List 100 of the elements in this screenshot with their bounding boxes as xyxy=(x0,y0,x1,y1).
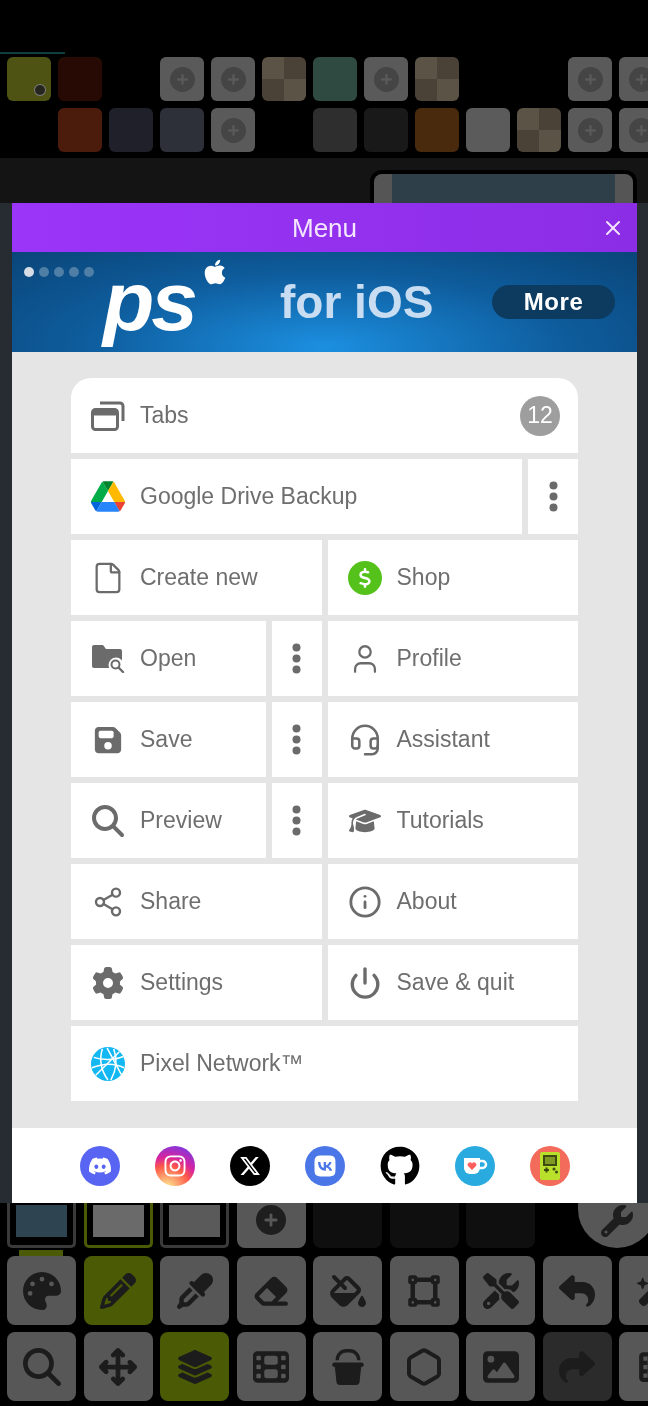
add-color-button[interactable] xyxy=(568,108,612,152)
heart-cup-icon[interactable] xyxy=(454,1145,495,1186)
blank-frame xyxy=(169,1205,220,1237)
menu-item[interactable]: Shop xyxy=(327,540,578,615)
eyedropper-icon xyxy=(176,1272,213,1309)
windows-icon xyxy=(91,400,125,431)
empty-frame-slot xyxy=(313,1203,382,1248)
color-swatch[interactable] xyxy=(7,57,51,101)
color-swatch[interactable] xyxy=(313,57,357,101)
menu-item[interactable]: Tutorials xyxy=(327,783,578,858)
drive-icon xyxy=(91,481,125,512)
menu-item[interactable]: Create new xyxy=(71,540,322,615)
paint-bucket-icon xyxy=(329,1272,366,1309)
tool-button[interactable] xyxy=(389,1256,459,1325)
tool-button[interactable] xyxy=(236,1256,306,1325)
artwork-placeholder xyxy=(92,1205,144,1237)
menu-item[interactable]: Settings xyxy=(71,945,322,1020)
dialog-title: Menu xyxy=(291,214,357,241)
x-logo-icon[interactable] xyxy=(229,1145,270,1186)
menu-item[interactable]: Pixel Network™ xyxy=(71,1026,578,1101)
tool-button[interactable] xyxy=(466,1256,535,1325)
count-badge: 12 xyxy=(520,395,560,436)
zoom-icon xyxy=(22,1347,61,1386)
color-swatch[interactable] xyxy=(364,108,408,152)
menu-item[interactable]: Open xyxy=(71,621,266,696)
undo-icon xyxy=(559,1272,595,1309)
share-icon xyxy=(92,885,124,918)
game-console-icon[interactable] xyxy=(529,1145,570,1186)
github-icon[interactable] xyxy=(379,1145,420,1186)
color-swatch[interactable] xyxy=(313,108,357,152)
tool-button[interactable] xyxy=(7,1256,76,1325)
discord-icon[interactable] xyxy=(79,1145,120,1186)
instagram-icon[interactable] xyxy=(154,1145,195,1186)
artwork-placeholder xyxy=(16,1205,67,1237)
vertical-dots-icon xyxy=(548,481,558,512)
tool-button[interactable] xyxy=(7,1332,76,1401)
menu-item[interactable]: Google Drive Backup xyxy=(71,459,522,534)
transparent-swatch[interactable] xyxy=(415,57,459,101)
move-icon xyxy=(99,1347,137,1386)
tool-button[interactable] xyxy=(313,1256,382,1325)
dollar-icon xyxy=(347,560,382,595)
add-color-button[interactable] xyxy=(160,57,204,101)
pencil-icon xyxy=(100,1272,136,1309)
color-swatch[interactable] xyxy=(58,108,102,152)
frame-thumbnail[interactable] xyxy=(83,1203,153,1248)
transparent-swatch[interactable] xyxy=(262,57,306,101)
frame-thumbnail[interactable] xyxy=(160,1203,229,1248)
menu-item[interactable]: Assistant xyxy=(327,702,578,777)
wrench-screwdriver-icon xyxy=(482,1272,519,1309)
menu-item[interactable]: Share xyxy=(71,864,322,939)
add-color-button[interactable] xyxy=(211,108,255,152)
tool-button[interactable] xyxy=(542,1256,612,1325)
menu-item[interactable]: About xyxy=(327,864,578,939)
color-swatch[interactable] xyxy=(58,57,102,101)
hexagon-icon xyxy=(404,1346,444,1387)
more-options-button[interactable] xyxy=(528,459,578,534)
image-icon xyxy=(482,1348,519,1385)
more-options-button[interactable] xyxy=(271,621,322,696)
more-options-button[interactable] xyxy=(271,702,322,777)
menu-item[interactable]: Preview xyxy=(71,783,266,858)
vertical-dots-icon xyxy=(292,724,301,755)
add-color-button[interactable] xyxy=(364,57,408,101)
menu-item[interactable]: Save xyxy=(71,702,266,777)
tool-button[interactable] xyxy=(313,1332,382,1401)
more-options-button[interactable] xyxy=(271,783,322,858)
color-swatch[interactable] xyxy=(466,108,510,152)
empty-frame-slot xyxy=(466,1203,535,1248)
add-frame-button[interactable] xyxy=(236,1203,306,1248)
color-swatch[interactable] xyxy=(415,108,459,152)
film-icon xyxy=(253,1348,289,1385)
vertical-dots-icon xyxy=(292,643,301,674)
color-swatch[interactable] xyxy=(160,108,204,152)
tool-button[interactable] xyxy=(466,1332,535,1401)
menu-item[interactable]: Profile xyxy=(327,621,578,696)
info-icon xyxy=(347,884,382,919)
wrench-icon xyxy=(600,1205,633,1237)
tool-button[interactable] xyxy=(389,1332,459,1401)
bucket-icon xyxy=(329,1348,366,1385)
layers-icon xyxy=(175,1347,214,1386)
vk-icon[interactable] xyxy=(304,1145,345,1186)
more-button[interactable]: More xyxy=(492,285,615,319)
add-color-button[interactable] xyxy=(211,57,255,101)
globe-icon xyxy=(91,1045,125,1082)
color-swatch[interactable] xyxy=(109,108,153,152)
search-icon xyxy=(92,804,124,837)
settings-icon xyxy=(92,966,124,999)
vertical-dots-icon xyxy=(292,805,301,836)
tab-indicator xyxy=(0,52,65,54)
transparent-swatch[interactable] xyxy=(517,108,561,152)
canvas-preview[interactable] xyxy=(370,170,637,203)
menu-item[interactable]: Tabs 12 xyxy=(71,378,578,453)
add-color-button[interactable] xyxy=(568,57,612,101)
folder-search-icon xyxy=(91,644,125,673)
tool-button[interactable] xyxy=(83,1256,153,1325)
menu-item[interactable]: Save & quit xyxy=(327,945,578,1020)
tool-button[interactable] xyxy=(236,1332,306,1401)
empty-frame-slot xyxy=(389,1203,459,1248)
tool-button[interactable] xyxy=(160,1256,229,1325)
tool-button[interactable] xyxy=(83,1332,153,1401)
tool-button[interactable] xyxy=(160,1332,229,1401)
